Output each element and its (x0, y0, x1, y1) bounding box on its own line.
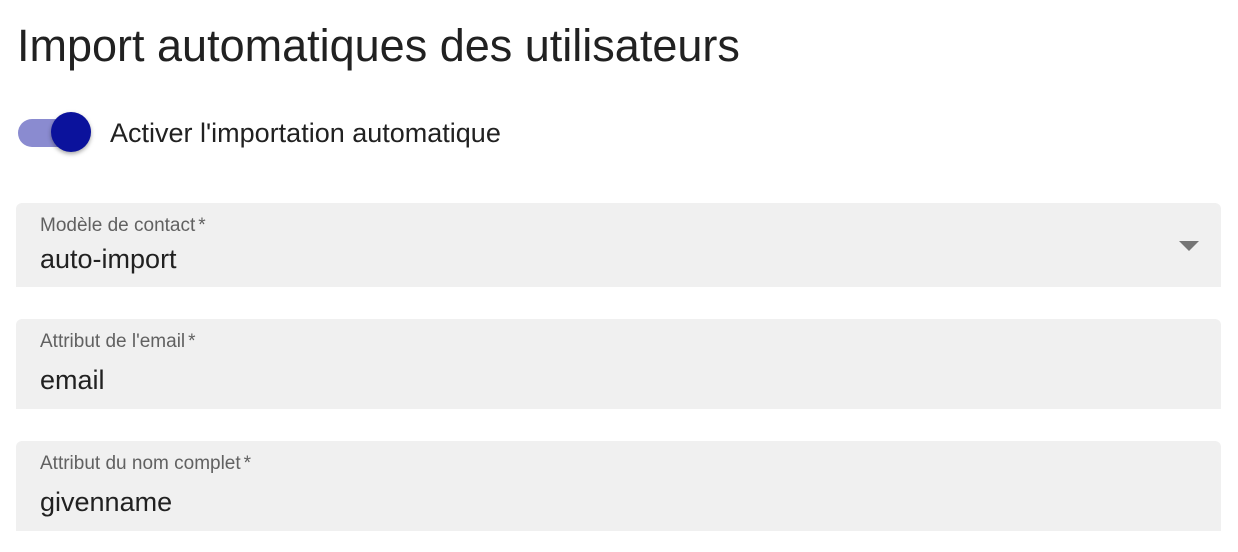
fullname-attribute-label: Attribut du nom complet * (40, 453, 251, 475)
auto-import-toggle-row[interactable]: Activer l'importation automatique (18, 110, 501, 156)
page-title: Import automatiques des utilisateurs (17, 20, 740, 71)
fullname-attribute-input[interactable]: givenname (40, 487, 172, 518)
email-attribute-field[interactable]: Attribut de l'email * email (16, 319, 1221, 409)
auto-import-toggle[interactable] (18, 110, 93, 156)
contact-model-value: auto-import (40, 244, 177, 274)
required-marker: * (188, 331, 196, 352)
chevron-down-icon[interactable] (1179, 241, 1199, 251)
email-attribute-label: Attribut de l'email * (40, 331, 196, 353)
email-attribute-label-text: Attribut de l'email (40, 331, 186, 352)
contact-model-label: Modèle de contact * (40, 215, 206, 237)
required-marker: * (198, 215, 206, 236)
required-marker: * (243, 453, 252, 474)
contact-model-select[interactable]: Modèle de contact * auto-import (16, 203, 1221, 287)
fullname-attribute-label-text: Attribut du nom complet (40, 453, 241, 474)
auto-import-toggle-label: Activer l'importation automatique (110, 117, 501, 148)
toggle-thumb[interactable] (51, 112, 91, 152)
email-attribute-input[interactable]: email (40, 365, 105, 396)
contact-model-label-text: Modèle de contact (40, 215, 196, 236)
fullname-attribute-field[interactable]: Attribut du nom complet * givenname (16, 441, 1221, 531)
